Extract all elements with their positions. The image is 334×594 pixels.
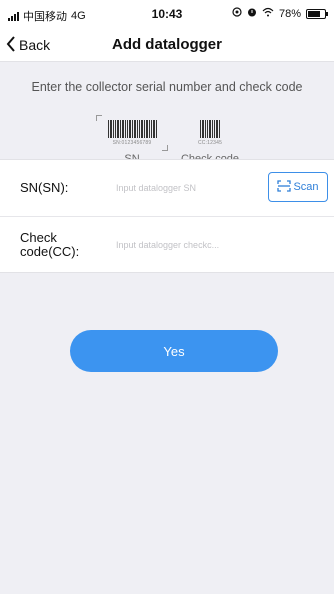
check-code-row: Check code(CC):	[0, 216, 334, 272]
instruction-text: Enter the collector serial number and ch…	[31, 80, 303, 94]
sn-barcode-image: SN:0123456789	[96, 115, 168, 151]
battery-fill	[308, 10, 321, 17]
cc-barcode-example: CC:12345 Check code	[175, 115, 245, 165]
status-bar: 中国移动 4G 10:43 78%	[0, 0, 334, 28]
check-code-label-line2: code(CC):	[20, 243, 80, 259]
check-code-label-line1: Check	[20, 229, 57, 245]
sn-barcode-example: SN:0123456789 SN	[92, 115, 172, 165]
battery-percent: 78%	[278, 7, 301, 20]
yes-button[interactable]: Yes	[70, 330, 278, 372]
barcode-icon	[200, 120, 220, 138]
scan-icon	[277, 179, 292, 195]
cc-barcode-image: CC:12345	[190, 115, 230, 151]
sn-input[interactable]	[116, 183, 256, 193]
datalogger-form: SN(SN): Scan Check code(CC):	[0, 159, 334, 273]
check-code-input[interactable]	[116, 239, 256, 250]
page-title: Add datalogger	[111, 36, 222, 53]
navigation-bar: Back Add datalogger	[0, 28, 334, 62]
scan-button[interactable]: Scan	[268, 172, 328, 202]
sn-barcode-text: SN:0123456789	[112, 140, 152, 146]
location-icon	[232, 7, 242, 20]
barcode-icon	[107, 120, 157, 138]
wifi-icon	[262, 7, 274, 20]
status-right: 78%	[232, 7, 328, 20]
sn-label: SN(SN):	[20, 180, 69, 195]
sn-row: SN(SN): Scan	[0, 160, 334, 216]
scan-label: Scan	[293, 181, 319, 193]
check-code-label: Check code(CC):	[20, 229, 100, 259]
alarm-icon	[247, 7, 257, 20]
battery-icon	[306, 8, 328, 19]
cc-barcode-text: CC:12345	[197, 140, 223, 146]
